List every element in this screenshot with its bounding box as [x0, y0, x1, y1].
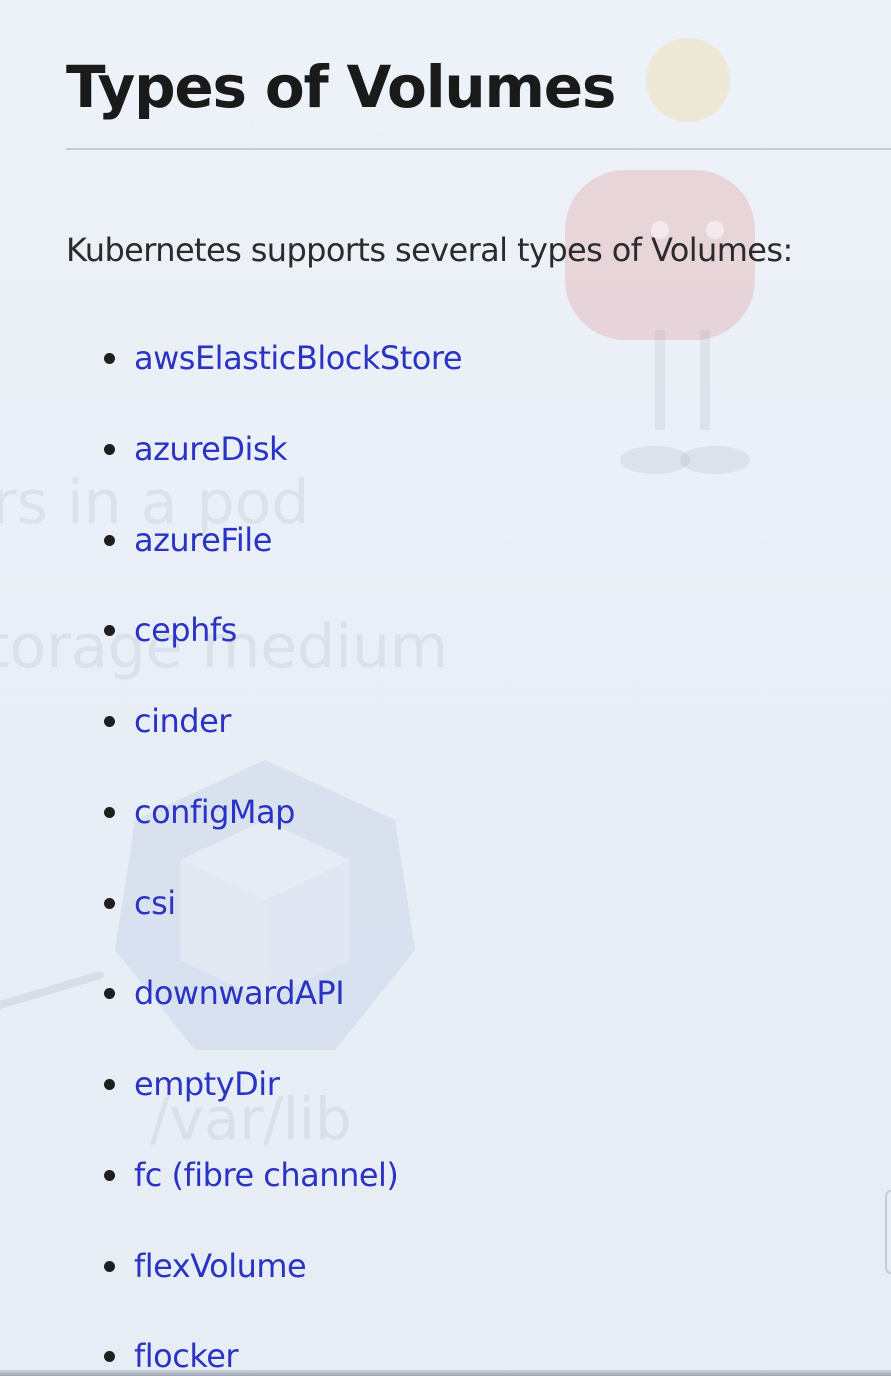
volume-type-link[interactable]: configMap — [134, 790, 295, 834]
bullet-icon — [104, 443, 115, 455]
volume-type-link[interactable]: emptyDir — [134, 1062, 280, 1106]
volume-type-link[interactable]: downwardAPI — [134, 971, 345, 1015]
page: rs in a pod torage medium /var/lib Types… — [0, 0, 891, 1376]
bullet-icon — [104, 1079, 115, 1090]
volume-type-link[interactable]: cinder — [134, 699, 231, 743]
bottom-edge — [0, 1370, 891, 1376]
volume-type-link[interactable]: awsElasticBlockStore — [134, 336, 463, 380]
bullet-icon — [104, 806, 115, 818]
title-divider — [66, 148, 891, 150]
bullet-icon — [104, 1351, 115, 1363]
volume-type-link[interactable]: azureFile — [134, 518, 272, 562]
page-title: Types of Volumes — [66, 53, 616, 121]
stroke-decoration — [0, 971, 104, 1009]
volume-type-link[interactable]: flexVolume — [134, 1244, 307, 1288]
bullet-icon — [104, 534, 115, 546]
bullet-icon — [104, 625, 115, 637]
volume-type-link[interactable]: csi — [134, 881, 176, 925]
bullet-icon — [104, 353, 115, 364]
volume-type-link[interactable]: azureDisk — [134, 427, 288, 471]
bullet-icon — [104, 716, 115, 727]
intro-text: Kubernetes supports several types of Vol… — [66, 231, 793, 269]
bullet-icon — [104, 1260, 115, 1272]
bullet-icon — [104, 1169, 115, 1181]
volume-type-link[interactable]: cephfs — [134, 608, 237, 652]
bullet-icon — [104, 988, 115, 1000]
heading-block: Types of Volumes — [66, 46, 891, 128]
volume-type-link[interactable]: fc (fibre channel) — [134, 1153, 399, 1197]
bullet-icon — [104, 897, 115, 909]
scroll-handle[interactable] — [885, 1190, 891, 1274]
